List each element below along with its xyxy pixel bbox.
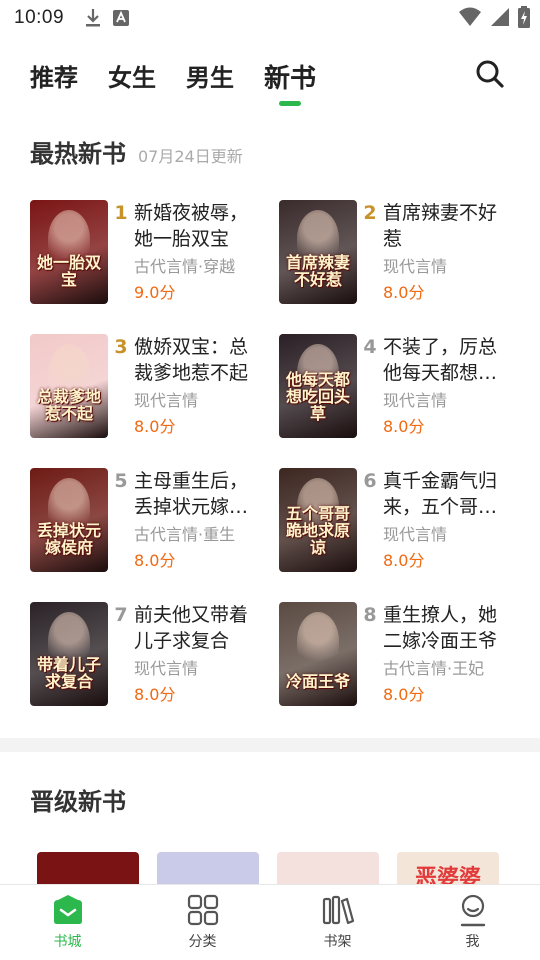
book-title: 真千金霸气归来，五个哥哥跪地求原谅 [383,470,498,518]
nav-category[interactable]: 分类 [135,885,270,960]
book-rank: 7 [114,604,128,626]
book-score: 8.0分 [134,417,176,436]
nav-label: 分类 [188,934,217,950]
tab-recommend[interactable]: 推荐 [30,58,78,104]
book-cover[interactable]: 总裁爹地惹不起 [30,334,108,438]
book-item[interactable]: 她一胎双宝 1 新婚夜被辱，她一胎双宝 古代言情·穿越 9.0分 [30,200,279,304]
book-score: 8.0分 [383,283,425,302]
active-tab-indicator [279,101,301,106]
book-genre: 现代言情 [383,257,448,276]
book-genre: 现代言情 [383,391,448,410]
book-cover[interactable]: 她一胎双宝 [30,200,108,304]
book-title: 前夫他又带着儿子求复合 [134,604,249,652]
book-rank: 3 [114,336,128,358]
bottom-nav: 书城 分类 书架 我 [0,884,540,960]
nav-bookshelf[interactable]: 书架 [270,885,405,960]
book-genre: 古代言情·重生 [134,525,236,544]
book-item[interactable]: 冷面王爷 8 重生撩人，她二嫁冷面王爷 古代言情·王妃 8.0分 [279,602,510,706]
book-rank: 6 [363,470,377,492]
book-rank: 8 [363,604,377,626]
book-grid: 她一胎双宝 1 新婚夜被辱，她一胎双宝 古代言情·穿越 9.0分 首席辣妻不好惹… [30,200,510,706]
book-cover[interactable]: 他每天都想吃回头草 [279,334,357,438]
book-item[interactable]: 总裁爹地惹不起 3 傲娇双宝：总裁爹地惹不起 现代言情 8.0分 [30,334,279,438]
hot-new-books-header: 最热新书 07月24日更新 [30,134,243,169]
book-cover[interactable]: 冷面王爷 [279,602,357,706]
status-time: 10:09 [14,7,65,28]
book-score: 8.0分 [134,551,176,570]
book-title: 主母重生后，丢掉状元嫁侯府 [134,470,249,518]
book-item[interactable]: 五个哥哥跪地求原谅 6 真千金霸气归来，五个哥哥跪地求原谅 现代言情 8.0分 [279,468,510,572]
book-cover[interactable]: 首席辣妻不好惹 [279,200,357,304]
book-genre: 现代言情 [383,525,448,544]
book-item[interactable]: 他每天都想吃回头草 4 不装了，厉总他每天都想吃回头草 现代言情 8.0分 [279,334,510,438]
book-score: 8.0分 [383,417,425,436]
nav-bookstore[interactable]: 书城 [0,885,135,960]
book-score: 9.0分 [134,283,176,302]
status-icons [458,6,530,28]
book-rank: 2 [363,202,377,224]
book-genre: 现代言情 [134,659,199,678]
nav-label: 书架 [323,934,352,950]
top-tab-bar: 推荐 女生 男生 新书 [30,58,316,106]
book-item[interactable]: 丢掉状元嫁侯府 5 主母重生后，丢掉状元嫁侯府 古代言情·重生 8.0分 [30,468,279,572]
book-title: 重生撩人，她二嫁冷面王爷 [383,604,498,652]
book-item[interactable]: 首席辣妻不好惹 2 首席辣妻不好惹 现代言情 8.0分 [279,200,510,304]
book-score: 8.0分 [383,551,425,570]
tab-female[interactable]: 女生 [108,58,156,104]
book-cover[interactable]: 五个哥哥跪地求原谅 [279,468,357,572]
search-icon[interactable] [474,58,506,90]
tab-male[interactable]: 男生 [186,58,234,104]
book-cover[interactable]: 丢掉状元嫁侯府 [30,468,108,572]
book-title: 新婚夜被辱，她一胎双宝 [134,202,249,250]
book-title: 不装了，厉总他每天都想吃回头草 [383,336,498,384]
tab-new-books[interactable]: 新书 [264,58,316,106]
book-genre: 现代言情 [134,391,199,410]
bookshelf-icon [322,895,354,925]
category-icon [187,894,218,926]
book-genre: 古代言情·王妃 [383,659,485,678]
battery-icon [518,6,530,28]
book-title: 首席辣妻不好惹 [383,202,498,250]
nav-profile[interactable]: 我 [405,885,540,960]
signal-icon [491,8,509,26]
book-title: 傲娇双宝：总裁爹地惹不起 [134,336,249,384]
book-rank: 1 [114,202,128,224]
profile-icon [460,894,485,927]
bookstore-icon [53,895,82,924]
book-rank: 5 [114,470,128,492]
download-icon [86,9,101,27]
section-title: 最热新书 [30,140,126,168]
promoted-books-title: 晋级新书 [30,788,126,816]
book-item[interactable]: 带着儿子求复合 7 前夫他又带着儿子求复合 现代言情 8.0分 [30,602,279,706]
book-score: 8.0分 [134,685,176,704]
translate-icon [113,10,130,26]
wifi-icon [459,7,481,26]
nav-label: 书城 [53,934,82,950]
update-date: 07月24日更新 [138,147,243,166]
book-rank: 4 [363,336,377,358]
book-cover[interactable]: 带着儿子求复合 [30,602,108,706]
book-genre: 古代言情·穿越 [134,257,236,276]
section-divider [0,738,540,752]
book-score: 8.0分 [383,685,425,704]
nav-label: 我 [465,934,480,950]
